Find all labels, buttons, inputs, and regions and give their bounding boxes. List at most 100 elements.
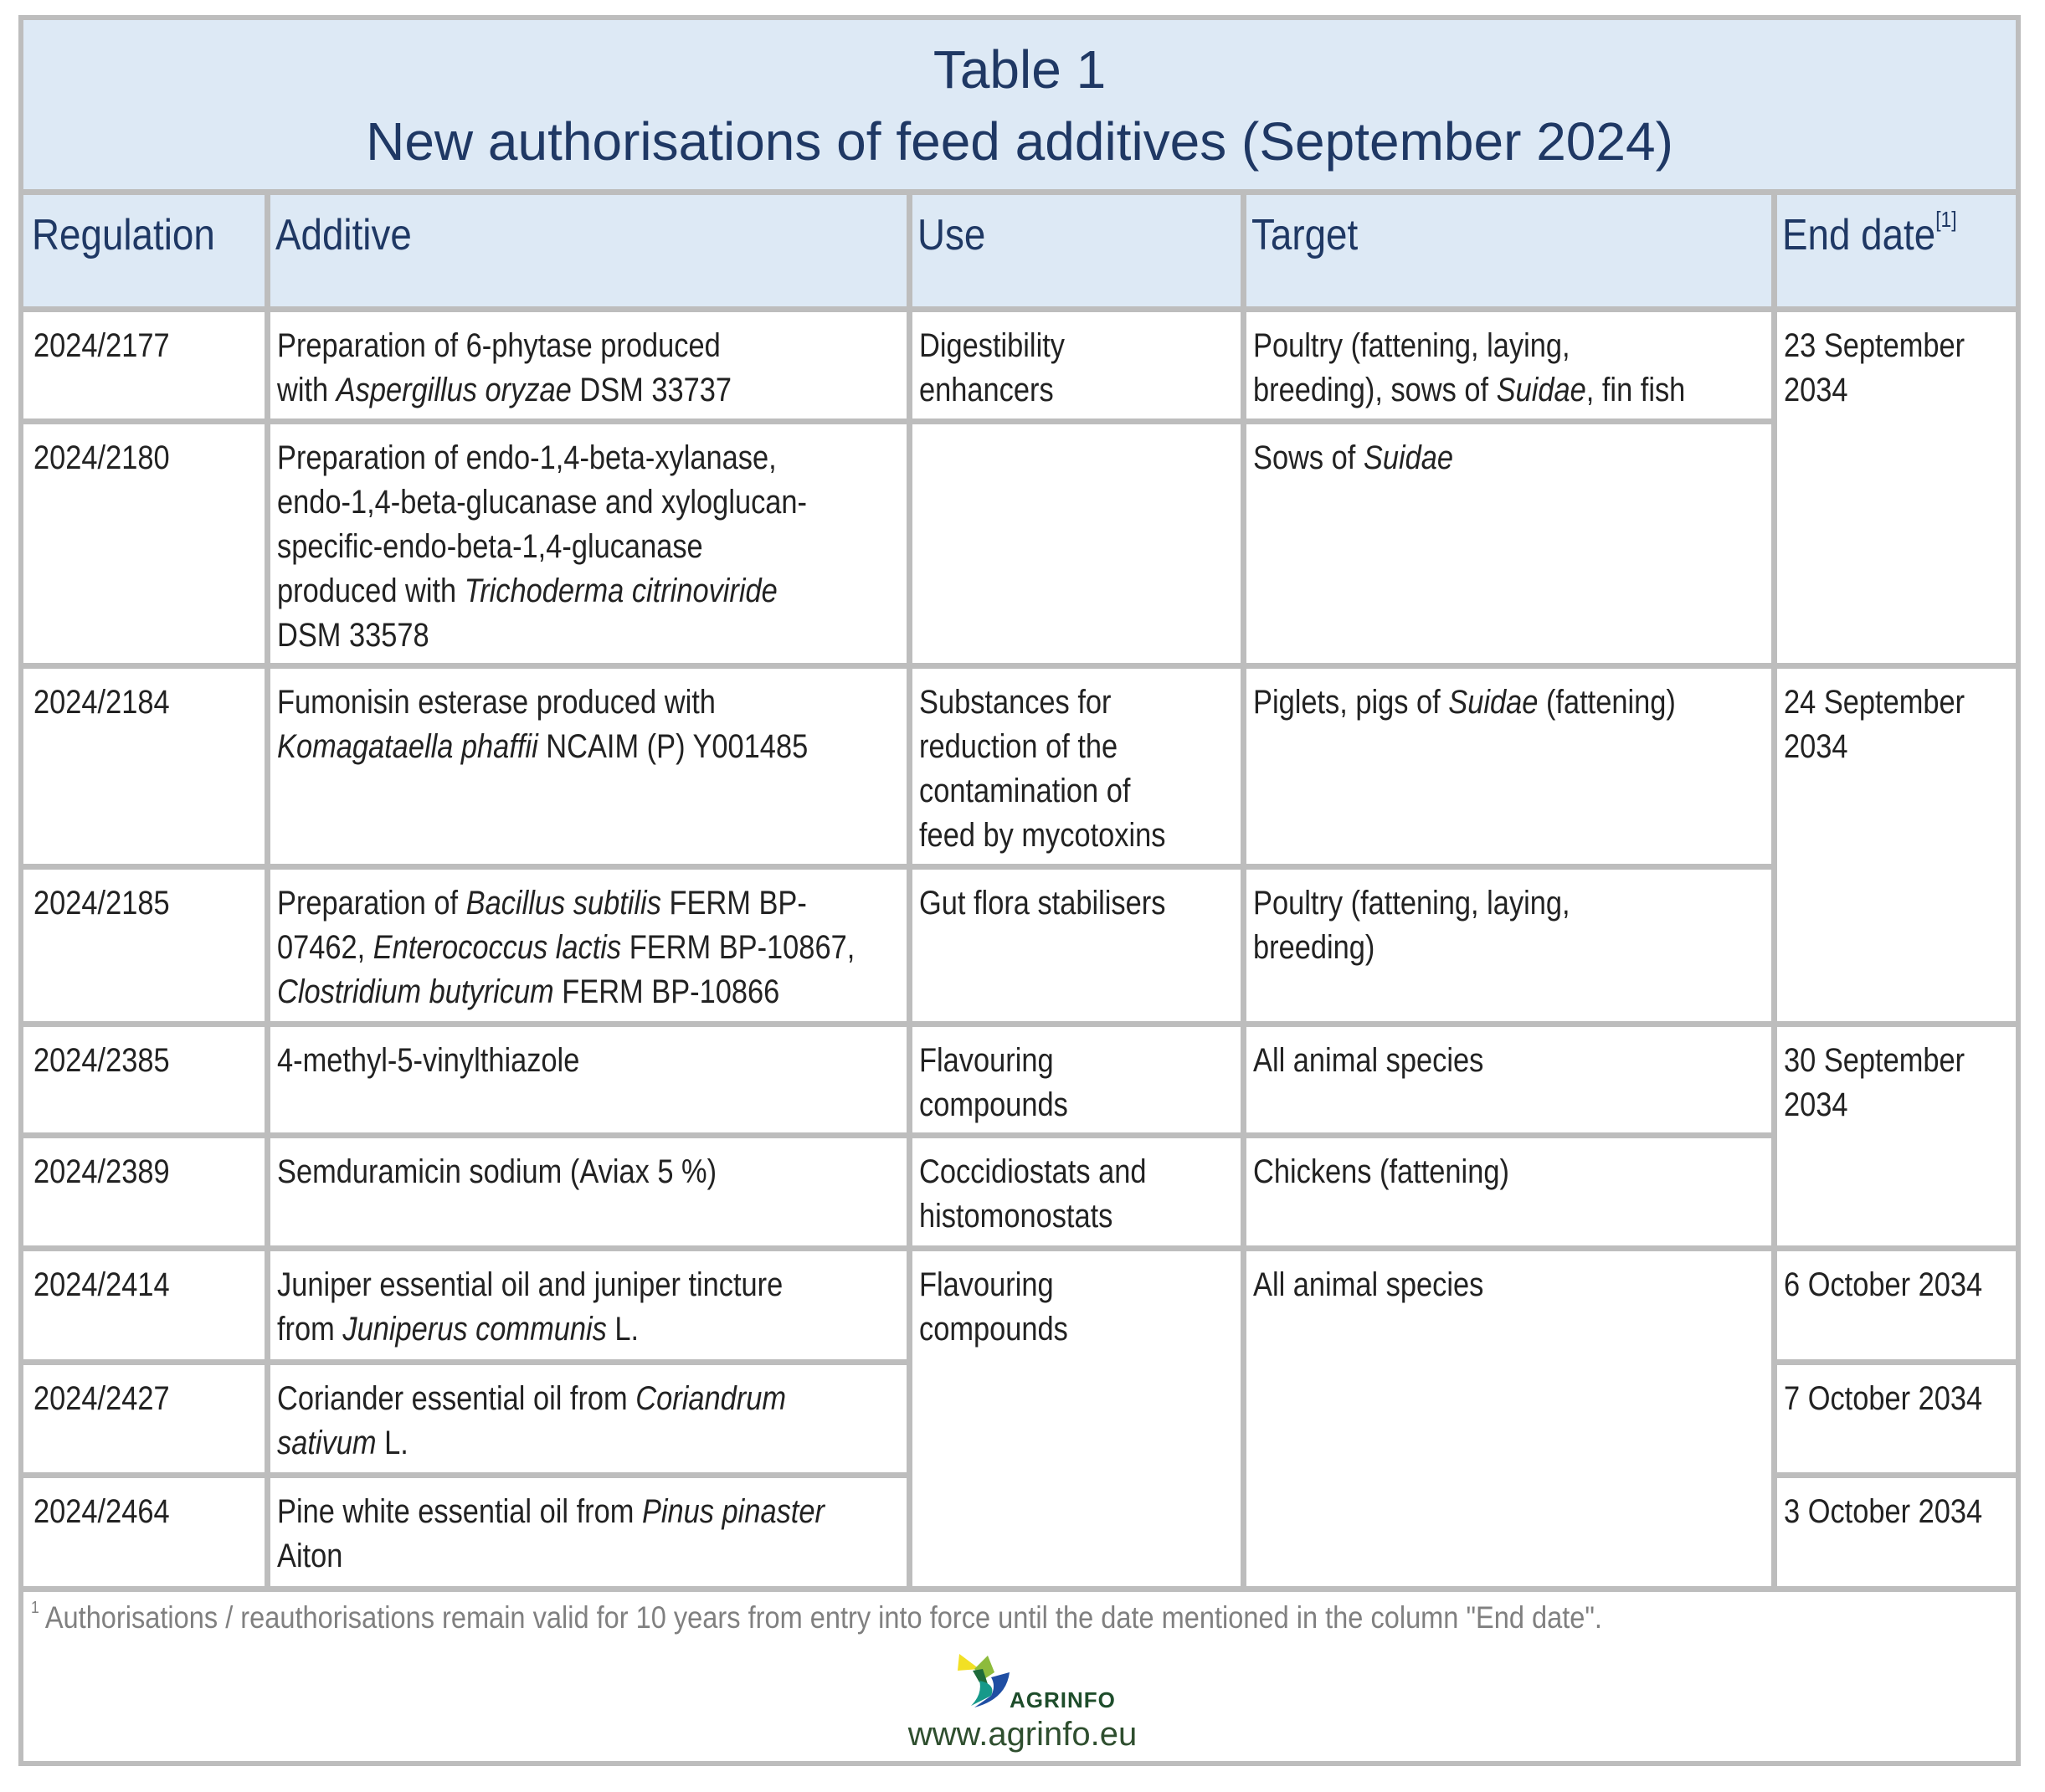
row-divider [21,1021,912,1027]
text-run: Poultry (fattening, laying, [1253,885,1570,922]
cell-text: Fumonisin esterase produced with Komagata… [277,680,808,769]
cell-text: Digestibility enhancers [919,324,1065,413]
column-header-use: Use [909,192,1243,309]
column-divider [1771,189,1777,1592]
cell-end-date: 6 October 2034 [1774,1248,2016,1362]
text-run: Coccidiostats and [919,1153,1147,1190]
text-run: FERM BP- [660,885,807,922]
website-link[interactable]: www.agrinfo.eu [0,1716,2045,1753]
cell-regulation: 2024/2464 [23,1475,267,1589]
text-line: All animal species [1253,1263,1483,1307]
italic-species-name: Clostridium butyricum [277,973,554,1010]
row-divider [907,1245,1777,1251]
cell-text: All animal species [1253,1263,1483,1307]
italic-species-name: Pinus pinaster [641,1493,825,1530]
text-line: Digestibility [919,324,1065,368]
text-run: Pine white essential oil from [277,1493,642,1530]
footnote-reference[interactable]: [1] [1935,207,1956,232]
italic-species-name: Coriandrum [635,1380,786,1417]
cell-text: 3 October 2034 [1784,1490,1982,1534]
text-line: All animal species [1253,1039,1483,1083]
text-run: Preparation of [277,885,466,922]
text-run: 07462, [277,929,373,966]
text-line: 2024/2180 [33,436,170,480]
italic-species-name: Suidae [1496,372,1586,408]
row-divider [1771,1021,2019,1027]
text-run: with [277,372,337,408]
italic-species-name: Enterococcus lactis [373,929,622,966]
text-run: 2024/2385 [33,1042,170,1079]
text-run: Aiton [277,1538,343,1574]
text-run: All animal species [1253,1266,1484,1303]
text-line: 6 October 2034 [1784,1263,1982,1307]
text-run: 6 October 2034 [1784,1266,1983,1303]
text-run: 2034 [1784,1086,1848,1123]
text-run: histomonostats [919,1198,1113,1235]
cell-target: Chickens (fattening) [1243,1135,1774,1248]
cell-target: All animal species [1243,1024,1774,1135]
cell-regulation: 2024/2427 [23,1362,267,1475]
text-run: Preparation of 6-phytase produced [277,327,721,364]
text-run: All animal species [1253,1042,1484,1079]
cell-use: Coccidiostats and histomonostats [909,1135,1243,1248]
text-line: Komagataella phaffii NCAIM (P) Y001485 [277,725,808,769]
text-run: 2024/2414 [33,1266,170,1303]
italic-species-name: Trichoderma citrinoviride [464,573,778,609]
text-run: Coriander essential oil from [277,1380,636,1417]
text-line: Piglets, pigs of Suidae (fattening) [1253,680,1676,725]
cell-text: Preparation of Bacillus subtilis FERM BP… [277,881,855,1014]
text-run: 2024/2177 [33,327,170,364]
row-divider [21,1472,912,1478]
text-line: Clostridium butyricum FERM BP-10866 [277,970,855,1014]
text-line: Juniper essential oil and juniper tinctu… [277,1263,783,1307]
cell-use-merged: Flavouring compounds [909,1248,1243,1589]
text-run: Fumonisin esterase produced with [277,684,716,721]
cell-text: Flavouring compounds [919,1039,1068,1127]
cell-text: 2024/2180 [33,436,170,480]
text-line: 23 September [1784,324,1965,368]
text-line: Poultry (fattening, laying, [1253,881,1570,926]
text-run: Semduramicin sodium (Aviax 5 %) [277,1153,717,1190]
text-line: specific-endo-beta-1,4-glucanase [277,525,807,569]
cell-text: 2024/2427 [33,1377,170,1421]
cell-additive: Pine white essential oil from Pinus pina… [267,1475,909,1589]
text-line: 2024/2385 [33,1039,170,1083]
cell-target: Piglets, pigs of Suidae (fattening) [1243,665,1774,866]
cell-end-date: 7 October 2034 [1774,1362,2016,1475]
cell-use: Substances for reduction of the contaminat… [909,665,1243,866]
text-line: 2024/2389 [33,1150,170,1194]
cell-additive: Semduramicin sodium (Aviax 5 %) [267,1135,909,1248]
text-line: produced with Trichoderma citrinoviride [277,569,807,614]
text-run: DSM 33578 [277,617,429,654]
text-line: 2024/2185 [33,881,170,926]
text-run: compounds [919,1086,1068,1123]
text-run: Chickens (fattening) [1253,1153,1509,1190]
text-run: 2024/2389 [33,1153,170,1190]
row-divider [1771,663,2019,669]
cell-text: 2024/2385 [33,1039,170,1083]
row-divider [907,864,1777,870]
text-run: (fattening) [1538,684,1676,721]
text-run: 2024/2185 [33,885,170,922]
text-run: 23 September [1784,327,1965,364]
text-run: , fin fish [1585,372,1686,408]
cell-target: Poultry (fattening, laying, breeding), so… [1243,309,1774,421]
row-divider [1771,1472,2019,1478]
cell-use: Gut flora stabilisers [909,866,1243,1024]
cell-text: 2024/2389 [33,1150,170,1194]
cell-text: 24 September 2034 [1784,680,1965,769]
text-line: 30 September [1784,1039,1965,1083]
cell-text: Coccidiostats and histomonostats [919,1150,1147,1239]
cell-regulation: 2024/2389 [23,1135,267,1248]
cell-additive: Preparation of Bacillus subtilis FERM BP… [267,866,909,1024]
text-line: Substances for [919,680,1165,725]
text-line: 2034 [1784,725,1965,769]
cell-additive: Preparation of 6-phytase produced with As… [267,309,909,421]
cell-use: Flavouring compounds [909,1024,1243,1135]
footnote: 1 Authorisations / reauthorisations remai… [31,1599,1602,1635]
text-run: Preparation of endo-1,4-beta-xylanase, [277,439,777,476]
text-run: Gut flora stabilisers [919,885,1166,922]
column-header-label: Target [1251,210,1358,260]
text-line: breeding), sows of Suidae, fin fish [1253,368,1685,413]
column-header-additive: Additive [267,192,909,309]
